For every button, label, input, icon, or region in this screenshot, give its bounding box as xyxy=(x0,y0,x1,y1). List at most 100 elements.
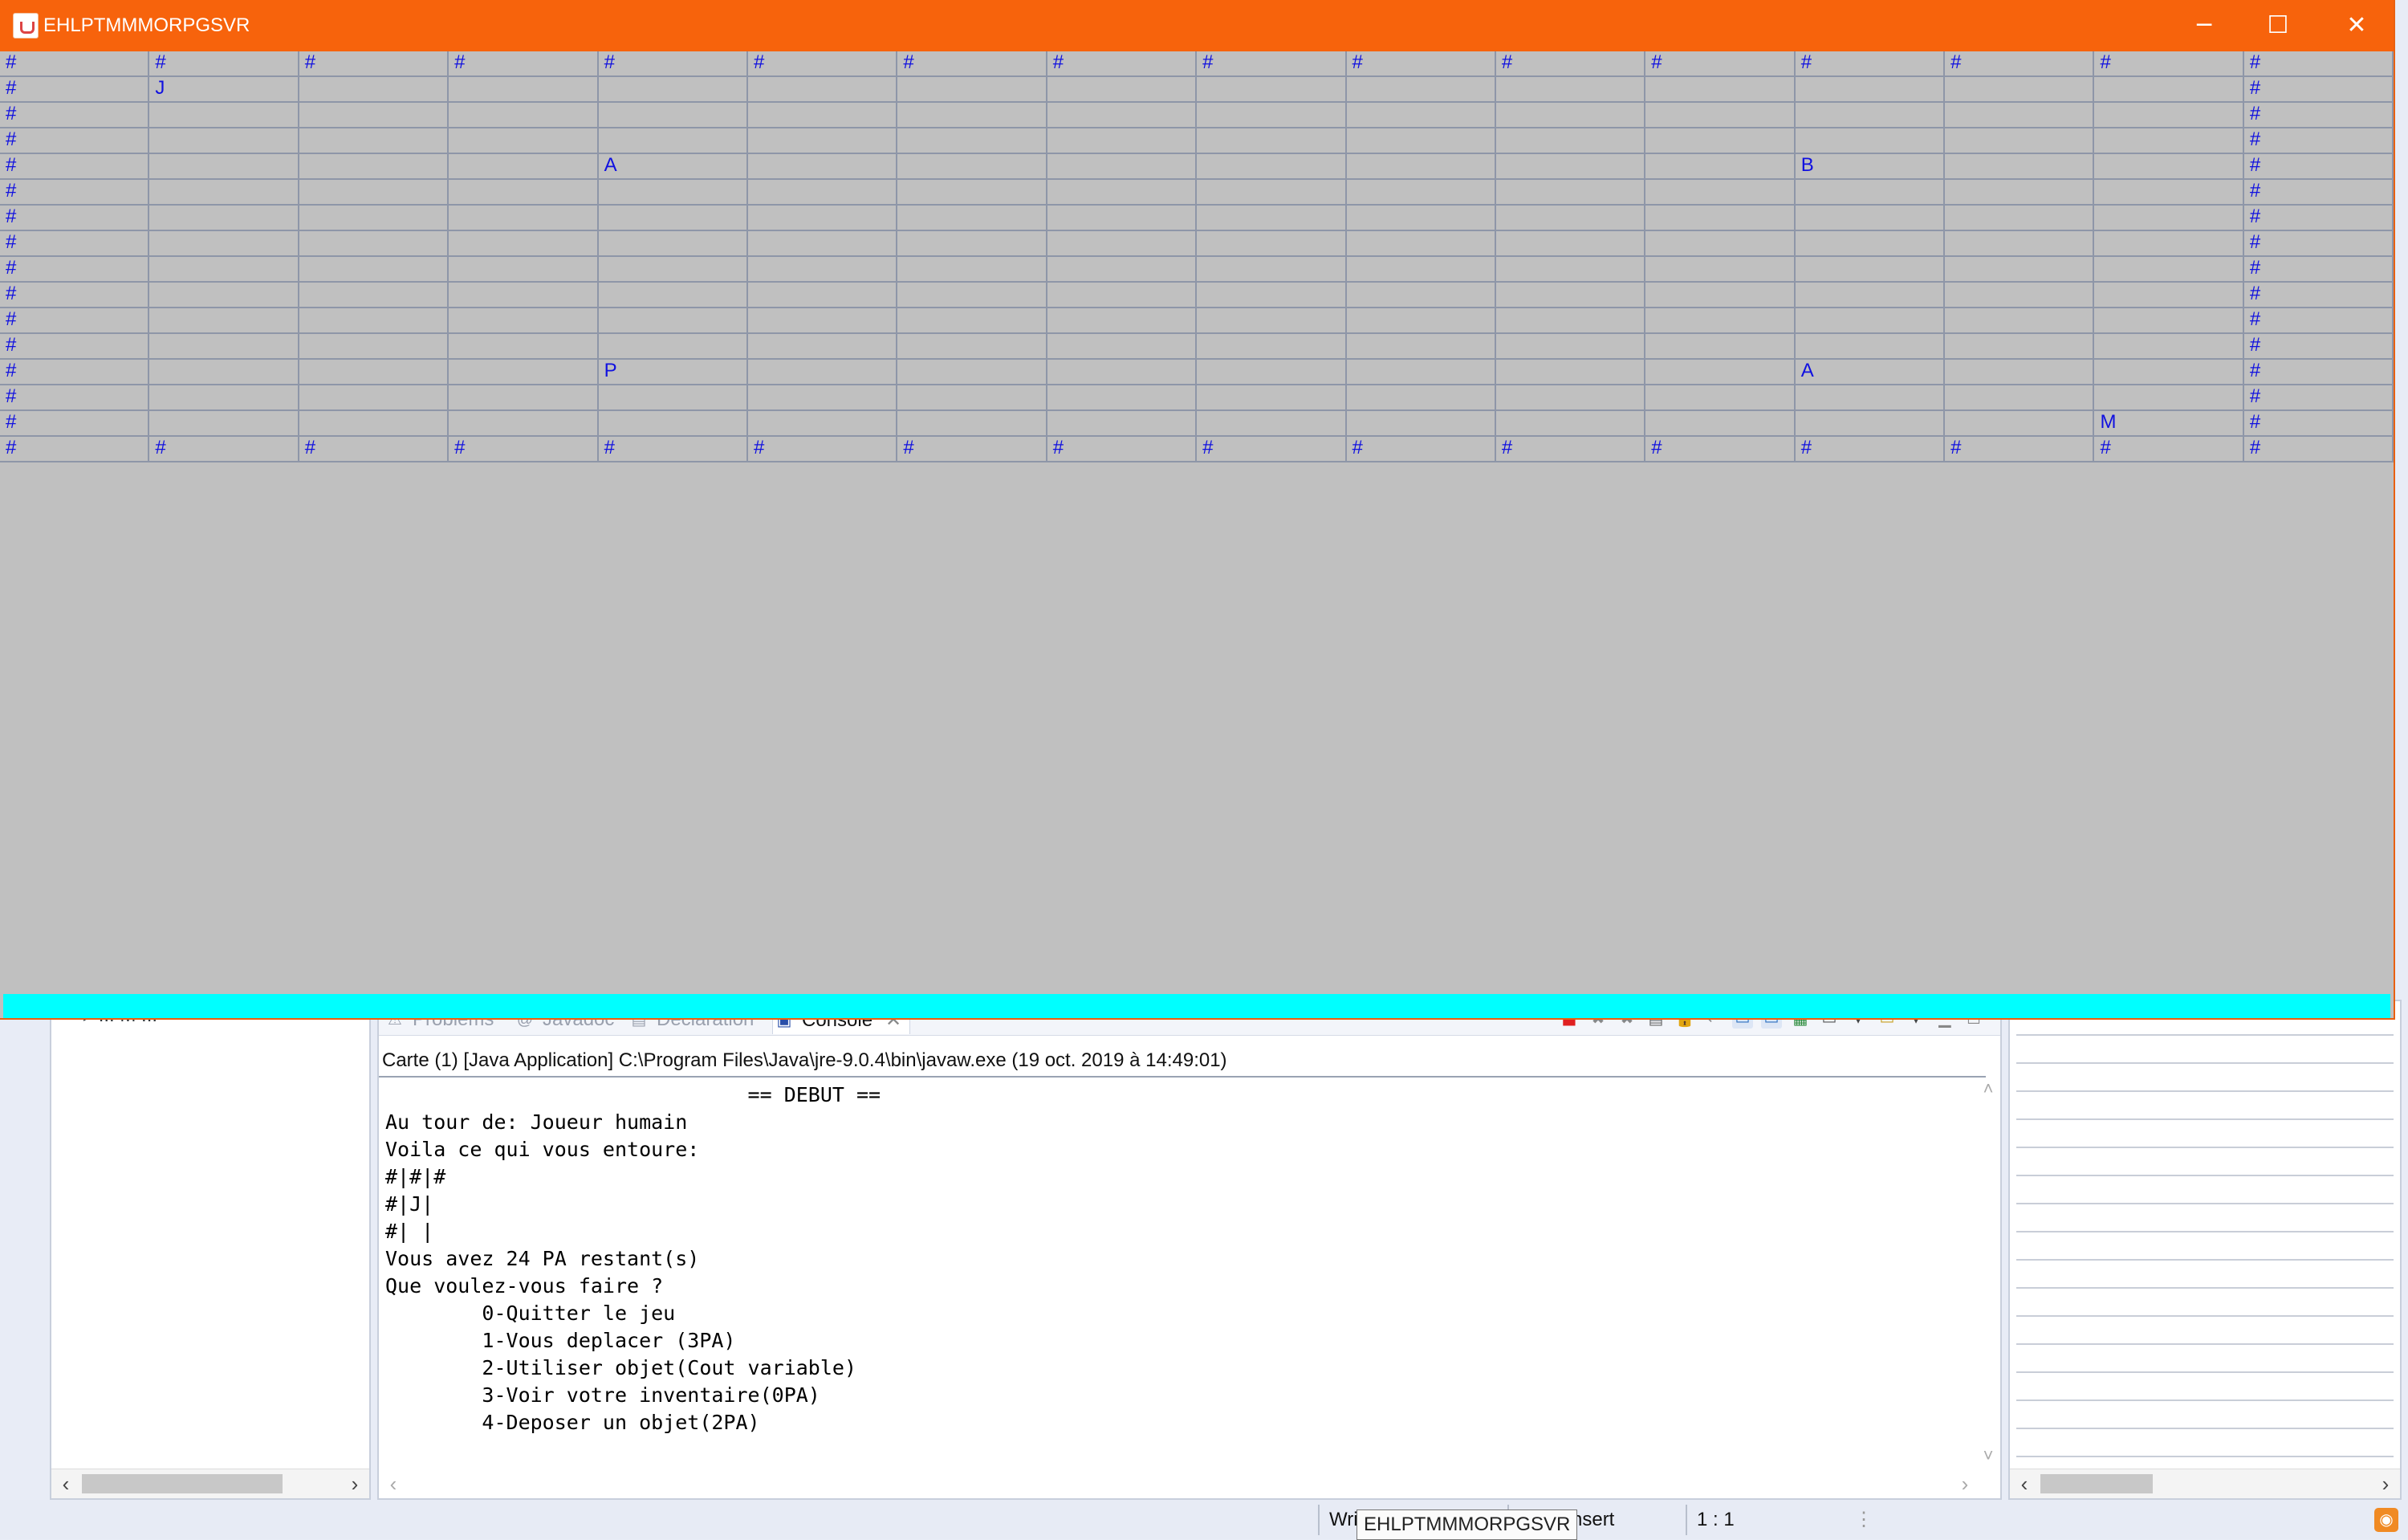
divider xyxy=(1318,1505,1320,1535)
map-cell xyxy=(1346,77,1496,103)
game-map-grid: # # # # # # # # # # # # # # # # # J # # # # # # A B # # # # # # # # # # # # # #… xyxy=(0,51,2394,462)
map-cell: # xyxy=(1495,51,1646,77)
map-cell xyxy=(1795,77,1946,103)
map-cell: # xyxy=(0,411,150,437)
map-cell: P xyxy=(598,360,748,385)
rss-feed-icon[interactable]: ◉ xyxy=(2374,1508,2398,1532)
map-cell xyxy=(149,103,299,128)
vertical-scrollbar[interactable]: ˄ ˅ xyxy=(1976,1078,2000,1466)
map-cell xyxy=(897,283,1047,308)
scroll-down-icon[interactable]: ˅ xyxy=(1976,1445,2000,1466)
close-icon[interactable]: ✕ xyxy=(2320,0,2394,51)
map-cell xyxy=(149,154,299,180)
map-cell xyxy=(1346,128,1496,154)
map-cell xyxy=(1645,128,1796,154)
horizontal-scrollbar[interactable]: ‹ › xyxy=(2010,1469,2400,1498)
divider xyxy=(1686,1505,1687,1535)
map-cell xyxy=(1346,308,1496,334)
map-cell xyxy=(1495,180,1646,206)
map-cell: # xyxy=(0,437,150,462)
horizontal-scrollbar[interactable]: ‹ › xyxy=(51,1469,369,1498)
map-cell xyxy=(897,154,1047,180)
map-cell: # xyxy=(449,51,599,77)
console-line: 0-Quitter le jeu xyxy=(385,1302,676,1325)
horizontal-scrollbar[interactable]: ‹ › xyxy=(379,1469,2000,1498)
scroll-left-icon[interactable]: ‹ xyxy=(379,1469,408,1498)
map-cell xyxy=(1346,334,1496,360)
writable-status: Wri xyxy=(1329,1509,1358,1530)
map-cell: # xyxy=(1197,51,1347,77)
map-cell xyxy=(449,231,599,257)
scroll-right-icon[interactable]: › xyxy=(2371,1469,2400,1498)
map-cell xyxy=(747,206,898,231)
divider xyxy=(379,1076,1986,1078)
map-cell: # xyxy=(0,154,150,180)
scroll-left-icon[interactable]: ‹ xyxy=(51,1469,80,1498)
map-cell xyxy=(299,283,449,308)
map-cell: # xyxy=(2243,411,2394,437)
map-cell xyxy=(747,128,898,154)
map-cell xyxy=(598,308,748,334)
map-cell xyxy=(897,180,1047,206)
map-cell xyxy=(299,334,449,360)
map-cell xyxy=(299,103,449,128)
console-launch-header: Carte (1) [Java Application] C:\Program … xyxy=(382,1049,1227,1071)
map-cell xyxy=(1645,334,1796,360)
map-cell xyxy=(1495,308,1646,334)
map-cell xyxy=(1197,154,1347,180)
map-cell xyxy=(149,206,299,231)
map-cell: # xyxy=(2243,308,2394,334)
map-cell: # xyxy=(2243,103,2394,128)
map-cell xyxy=(1795,385,1946,411)
map-cell xyxy=(1645,103,1796,128)
console-line: 1-Vous deplacer (3PA) xyxy=(385,1329,736,1352)
map-cell xyxy=(747,180,898,206)
map-cell xyxy=(747,231,898,257)
scroll-thumb[interactable] xyxy=(82,1474,283,1493)
map-cell xyxy=(149,385,299,411)
scroll-left-icon[interactable]: ‹ xyxy=(2010,1469,2039,1498)
map-cell xyxy=(747,360,898,385)
map-cell xyxy=(2094,385,2244,411)
console-output[interactable]: == DEBUT == Au tour de: Joueur humain Vo… xyxy=(385,1082,881,1436)
map-cell xyxy=(1197,103,1347,128)
map-cell xyxy=(299,180,449,206)
status-bar: Wri rt Insert 1 : 1 ⋮ xyxy=(0,1500,2408,1539)
map-cell xyxy=(897,103,1047,128)
map-cell xyxy=(1645,154,1796,180)
map-cell xyxy=(149,180,299,206)
scroll-up-icon[interactable]: ˄ xyxy=(1976,1078,2000,1099)
map-cell xyxy=(1197,283,1347,308)
map-cell xyxy=(1945,385,2095,411)
map-cell xyxy=(1795,231,1946,257)
scroll-thumb[interactable] xyxy=(2040,1474,2153,1493)
map-cell xyxy=(897,257,1047,283)
map-cell xyxy=(1047,77,1198,103)
map-cell: J xyxy=(149,77,299,103)
maximize-icon[interactable]: ☐ xyxy=(2241,0,2315,51)
window-titlebar[interactable]: EHLPTMMMORPGSVR ─ ☐ ✕ xyxy=(0,0,2394,51)
map-cell: # xyxy=(1047,437,1198,462)
map-cell: # xyxy=(1795,437,1946,462)
map-cell xyxy=(1346,180,1496,206)
map-cell: # xyxy=(2094,51,2244,77)
scroll-right-icon[interactable]: › xyxy=(1950,1469,1979,1498)
map-cell xyxy=(598,206,748,231)
map-cell xyxy=(747,77,898,103)
map-cell xyxy=(1645,411,1796,437)
scroll-right-icon[interactable]: › xyxy=(340,1469,369,1498)
map-cell xyxy=(299,385,449,411)
minimize-icon[interactable]: ─ xyxy=(2167,0,2241,51)
map-cell xyxy=(2094,334,2244,360)
map-cell xyxy=(1945,257,2095,283)
map-cell xyxy=(1047,257,1198,283)
map-cell: # xyxy=(1645,437,1796,462)
drag-handle-icon[interactable]: ⋮ xyxy=(1854,1506,1873,1534)
map-cell: # xyxy=(0,283,150,308)
map-cell xyxy=(1645,257,1796,283)
map-cell xyxy=(149,308,299,334)
map-cell xyxy=(897,334,1047,360)
map-cell xyxy=(897,385,1047,411)
map-cell xyxy=(1795,257,1946,283)
map-cell xyxy=(598,180,748,206)
